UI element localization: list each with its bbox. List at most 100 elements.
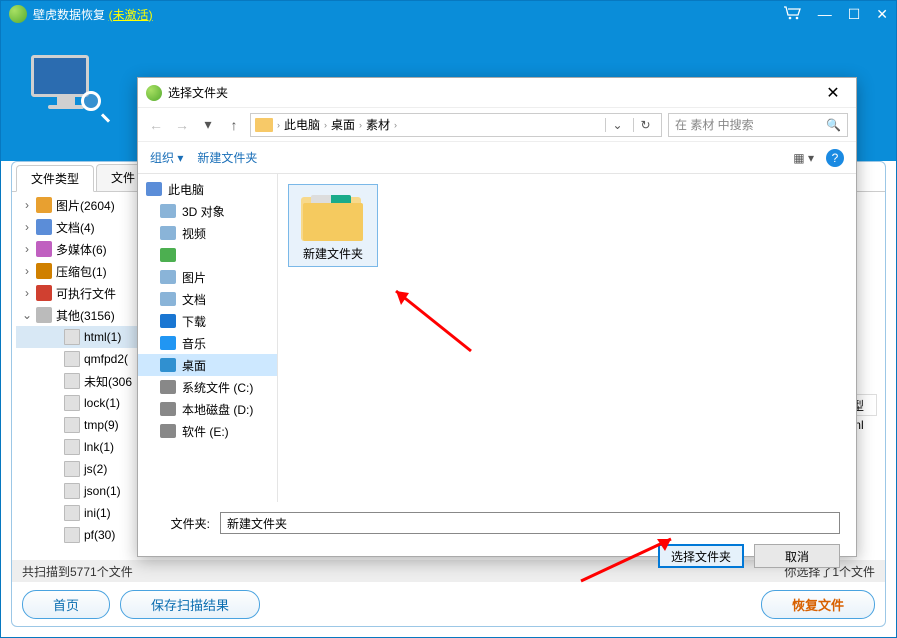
dialog-nav-bar: ← → ▾ ↑ › 此电脑 › 桌面 › 素材 › ⌄ ↻ 在 素材 中搜索 🔍 [138,108,856,142]
chevron-right-icon: › [277,120,280,130]
tree-label: 文档 [182,291,206,308]
disk-icon [160,402,176,416]
dialog-titlebar: 选择文件夹 ✕ [138,78,856,108]
help-icon[interactable]: ? [826,149,844,167]
refresh-button[interactable]: ↻ [633,118,657,132]
chevron-right-icon[interactable]: › [22,242,32,256]
minimize-button[interactable]: — [818,6,832,22]
dialog-body: 此电脑 3D 对象 视频 图片 文档 下载 音乐 桌面 系统文件 (C:) 本地… [138,174,856,502]
nav-back-button[interactable]: ← [146,117,166,133]
file-icon [64,329,80,345]
folder-select-dialog: 选择文件夹 ✕ ← → ▾ ↑ › 此电脑 › 桌面 › 素材 › ⌄ ↻ 在 [137,77,857,557]
folder-name-label: 新建文件夹 [293,245,373,262]
tree-label: js(2) [84,462,107,476]
tab-file-type[interactable]: 文件类型 [16,165,94,192]
save-scan-button[interactable]: 保存扫描结果 [120,590,260,619]
search-input[interactable]: 在 素材 中搜索 🔍 [668,113,848,137]
tree-label: 软件 (E:) [182,423,229,440]
tree-label: 系统文件 (C:) [182,379,253,396]
tree-label: json(1) [84,484,121,498]
tree-label: 视频 [182,225,206,242]
dialog-nav-tree[interactable]: 此电脑 3D 对象 视频 图片 文档 下载 音乐 桌面 系统文件 (C:) 本地… [138,174,278,502]
file-icon [64,417,80,433]
executable-icon [36,285,52,301]
chevron-right-icon[interactable]: › [22,286,32,300]
desktop-icon [160,358,176,372]
breadcrumb-item[interactable]: 桌面 [331,116,355,133]
close-button[interactable]: ✕ [876,6,888,23]
new-folder-button[interactable]: 新建文件夹 [197,149,257,166]
disk-icon [160,424,176,438]
chevron-right-icon[interactable]: › [22,198,32,212]
media-icon [36,241,52,257]
file-icon [64,395,80,411]
tree-this-pc[interactable]: 此电脑 [138,178,277,200]
file-icon [64,351,80,367]
pc-icon [146,182,162,196]
app-window: 壁虎数据恢复 (未激活) — ☐ ✕ 扫描磁盘H: 文件类型 文件 ›图片(26… [0,0,897,638]
breadcrumb-item[interactable]: 素材 [366,116,390,133]
tree-music[interactable]: 音乐 [138,332,277,354]
nav-history-dropdown[interactable]: ▾ [198,116,218,133]
dialog-content-pane[interactable]: 新建文件夹 [278,174,856,502]
status-scan-count: 共扫描到5771个文件 [22,563,133,580]
tree-label: 未知(306 [84,373,132,390]
search-placeholder: 在 素材 中搜索 [675,116,826,133]
folder-thumbnail-icon [301,189,365,241]
tree-desktop[interactable]: 桌面 [138,354,277,376]
chevron-down-icon[interactable]: ⌄ [22,308,32,322]
tree-3d-objects[interactable]: 3D 对象 [138,200,277,222]
tree-drive-c[interactable]: 系统文件 (C:) [138,376,277,398]
tree-label: 图片 [182,269,206,286]
tree-label: 音乐 [182,335,206,352]
tree-label: html(1) [84,330,121,344]
tree-drive-e[interactable]: 软件 (E:) [138,420,277,442]
tree-label: 3D 对象 [182,203,225,220]
breadcrumb-item[interactable]: 此电脑 [284,116,320,133]
maximize-button[interactable]: ☐ [848,6,861,23]
other-icon [36,307,52,323]
image-icon [36,197,52,213]
tree-label: lock(1) [84,396,120,410]
recover-files-button[interactable]: 恢复文件 [761,590,875,619]
tree-label: 此电脑 [168,181,204,198]
tree-videos[interactable]: 视频 [138,222,277,244]
folder-icon [255,118,273,132]
tree-label: lnk(1) [84,440,114,454]
tree-label: 多媒体(6) [56,241,107,258]
organize-menu[interactable]: 组织 ▾ [150,149,183,166]
tree-pictures[interactable]: 图片 [138,266,277,288]
tree-downloads[interactable]: 下载 [138,310,277,332]
tree-label: qmfpd2( [84,352,128,366]
view-mode-button[interactable]: ▦ ▾ [793,151,814,165]
tree-label: tmp(9) [84,418,119,432]
tree-label: pf(30) [84,528,115,542]
folder-name-input[interactable] [220,512,840,534]
music-icon [160,336,176,350]
pictures-icon [160,270,176,284]
folder-item-new[interactable]: 新建文件夹 [288,184,378,267]
home-button[interactable]: 首页 [22,590,110,619]
video-icon [160,226,176,240]
breadcrumb-bar[interactable]: › 此电脑 › 桌面 › 素材 › ⌄ ↻ [250,113,662,137]
tree-documents[interactable]: 文档 [138,288,277,310]
tree-iqiyi[interactable] [138,244,277,266]
app-inactive-tag[interactable]: (未激活) [109,8,153,22]
chevron-right-icon[interactable]: › [22,264,32,278]
file-icon [64,373,80,389]
breadcrumb-dropdown-button[interactable]: ⌄ [605,118,629,132]
nav-forward-button[interactable]: → [172,117,192,133]
search-icon: 🔍 [826,118,841,132]
cancel-button[interactable]: 取消 [754,544,840,568]
chevron-right-icon[interactable]: › [22,220,32,234]
bottom-button-row: 首页 保存扫描结果 恢复文件 [22,588,875,620]
select-folder-button[interactable]: 选择文件夹 [658,544,744,568]
file-icon [64,527,80,543]
documents-icon [160,292,176,306]
nav-up-button[interactable]: ↑ [224,117,244,133]
cart-icon[interactable] [782,5,802,24]
dialog-close-button[interactable]: ✕ [818,83,848,103]
app-logo-icon [9,5,27,23]
tree-drive-d[interactable]: 本地磁盘 (D:) [138,398,277,420]
app-name: 壁虎数据恢复 [33,8,105,22]
